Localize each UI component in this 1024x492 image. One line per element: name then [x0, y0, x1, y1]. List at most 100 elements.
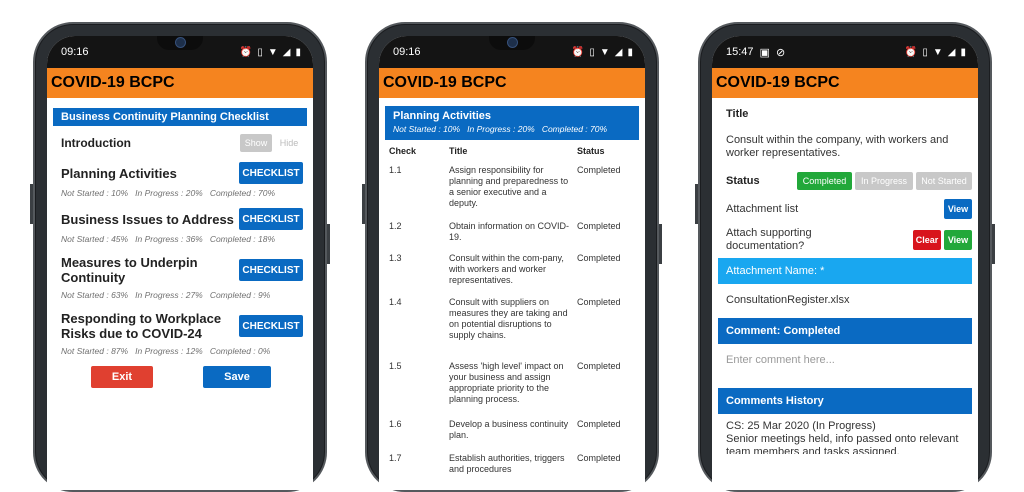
- row-check: 1.4: [389, 297, 402, 307]
- row-check: 1.5: [389, 361, 402, 371]
- status-completed-button[interactable]: Completed: [797, 172, 852, 190]
- attachment-view-button[interactable]: View: [944, 199, 972, 219]
- status-in-progress-button[interactable]: In Progress: [855, 172, 913, 190]
- planning-stats: Not Started : 10% In Progress : 20% Comp…: [393, 124, 608, 134]
- planning-title: Planning Activities: [393, 110, 492, 122]
- status-icons: ⏰ ▯ ▼ ◢ ▮: [905, 47, 966, 58]
- wifi-icon: ▼: [267, 46, 278, 58]
- status-icons: ⏰ ▯ ▼ ◢ ▮: [240, 47, 301, 58]
- col-check: Check: [389, 146, 417, 156]
- wifi-icon: ▼: [932, 46, 943, 58]
- show-button[interactable]: Show: [240, 134, 272, 152]
- row-status: Completed: [577, 453, 621, 463]
- item-stats: Not Started : 45% In Progress : 36% Comp…: [61, 234, 276, 244]
- phone-3: 15:47 ▣ ⊘ ⏰ ▯ ▼ ◢ ▮ COVID-19 BCPC Title …: [695, 22, 995, 492]
- row-title: Consult with suppliers on measures they …: [449, 297, 568, 340]
- status-not-started-button[interactable]: Not Started: [916, 172, 972, 190]
- row-status: Completed: [577, 165, 621, 175]
- status-bar: 09:16 ⏰ ▯ ▼ ◢ ▮: [379, 36, 645, 68]
- checklist-item: Responding to Workplace Risks due to COV…: [53, 310, 307, 356]
- alarm-icon: ⏰: [904, 46, 918, 58]
- item-title: Planning Activities: [61, 165, 177, 181]
- vibrate-icon: ▯: [589, 46, 595, 58]
- status-bar: 09:16 ⏰ ▯ ▼ ◢ ▮: [47, 36, 313, 68]
- phone-2: 09:16 ⏰ ▯ ▼ ◢ ▮ COVID-19 BCPC Planning A…: [362, 22, 662, 492]
- app-title: COVID-19 BCPC: [712, 68, 978, 98]
- item-stats: Not Started : 63% In Progress : 27% Comp…: [61, 290, 271, 300]
- row-status: Completed: [577, 419, 621, 429]
- hide-button[interactable]: Hide: [275, 134, 303, 152]
- row-title: Assess 'high level' impact on your busin…: [449, 361, 564, 404]
- clock: 09:16: [61, 46, 89, 58]
- attach-doc-row: Attach supporting documentation? Clear V…: [718, 220, 972, 254]
- planning-header: Planning Activities Not Started : 10% In…: [385, 106, 639, 140]
- table-header: Check Title Status: [385, 140, 639, 161]
- checklist-button[interactable]: CHECKLIST: [239, 315, 303, 337]
- sync-icon: ⊘: [775, 46, 786, 59]
- col-status: Status: [577, 146, 605, 156]
- row-status: Completed: [577, 253, 621, 263]
- row-title: Consult within the com-pany, with worker…: [449, 253, 564, 285]
- comments-history-text: CS: 25 Mar 2020 (In Progress) Senior mee…: [726, 420, 959, 454]
- attachment-name-header: Attachment Name: *: [718, 258, 972, 284]
- table-row[interactable]: 1.1 Assign responsibility for planning a…: [385, 161, 639, 217]
- row-check: 1.3: [389, 253, 402, 263]
- signal-icon: ◢: [282, 46, 291, 58]
- screen-3: 15:47 ▣ ⊘ ⏰ ▯ ▼ ◢ ▮ COVID-19 BCPC Title …: [712, 36, 978, 490]
- intro-row: Introduction Show Hide: [53, 132, 307, 154]
- checklist-item: Business Issues to Address CHECKLIST Not…: [53, 208, 307, 244]
- alarm-icon: ⏰: [239, 46, 253, 58]
- table-row[interactable]: 1.5 Assess 'high level' impact on your b…: [385, 357, 639, 415]
- row-check: 1.6: [389, 419, 402, 429]
- checklist-button[interactable]: CHECKLIST: [239, 208, 303, 230]
- comment-input[interactable]: Enter comment here...: [718, 344, 972, 388]
- row-status: Completed: [577, 361, 621, 371]
- attachment-list-row: Attachment list View: [718, 192, 972, 220]
- table-row[interactable]: 1.6 Develop a business continuity plan. …: [385, 415, 639, 449]
- view-button[interactable]: View: [944, 230, 972, 250]
- screen-2: 09:16 ⏰ ▯ ▼ ◢ ▮ COVID-19 BCPC Planning A…: [379, 36, 645, 490]
- item-stats: Not Started : 10% In Progress : 20% Comp…: [61, 188, 276, 198]
- status-icons: ⏰ ▯ ▼ ◢ ▮: [572, 47, 633, 58]
- battery-icon: ▮: [960, 46, 966, 58]
- action-row: Exit Save: [53, 366, 307, 388]
- status-row: Status Completed In Progress Not Started: [718, 166, 972, 192]
- vibrate-icon: ▯: [922, 46, 928, 58]
- battery-icon: ▮: [295, 46, 301, 58]
- attachment-list-label: Attachment list: [726, 202, 799, 215]
- table-row[interactable]: 1.3 Consult within the com-pany, with wo…: [385, 249, 639, 293]
- signal-icon: ◢: [614, 46, 623, 58]
- status-bar: 15:47 ▣ ⊘ ⏰ ▯ ▼ ◢ ▮: [712, 36, 978, 68]
- attach-doc-label: Attach supporting documentation?: [726, 227, 812, 252]
- checklist-button[interactable]: CHECKLIST: [239, 259, 303, 281]
- camera-icon: [489, 36, 535, 50]
- comment-header: Comment: Completed: [718, 318, 972, 344]
- section-header: Business Continuity Planning Checklist: [53, 108, 307, 126]
- clock: 15:47: [726, 46, 754, 58]
- row-status: Completed: [577, 297, 621, 307]
- table-row[interactable]: 1.4 Consult with suppliers on measures t…: [385, 293, 639, 357]
- vibrate-icon: ▯: [257, 46, 263, 58]
- row-check: 1.7: [389, 453, 402, 463]
- exit-button[interactable]: Exit: [91, 366, 153, 388]
- signal-icon: ◢: [947, 46, 956, 58]
- alarm-icon: ⏰: [571, 46, 585, 58]
- title-text: Consult within the company, with workers…: [726, 134, 949, 159]
- row-title: Assign responsibility for planning and p…: [449, 165, 569, 208]
- clear-button[interactable]: Clear: [913, 230, 941, 250]
- camera-icon: [157, 36, 203, 50]
- comments-history-header: Comments History: [718, 388, 972, 414]
- row-check: 1.1: [389, 165, 402, 175]
- checklist-button[interactable]: CHECKLIST: [239, 162, 303, 184]
- attachment-name-value[interactable]: ConsultationRegister.xlsx: [718, 284, 972, 318]
- table-row[interactable]: 1.2 Obtain information on COVID-19. Comp…: [385, 217, 639, 249]
- item-stats: Not Started : 87% In Progress : 12% Comp…: [61, 346, 271, 356]
- status-label: Status: [726, 175, 760, 187]
- save-button[interactable]: Save: [203, 366, 271, 388]
- row-status: Completed: [577, 221, 621, 231]
- row-title: Develop a business continuity plan.: [449, 419, 569, 440]
- checklist-item: Planning Activities CHECKLIST Not Starte…: [53, 162, 307, 198]
- check-detail-page: Title Consult within the company, with w…: [712, 98, 978, 454]
- screen-1: 09:16 ⏰ ▯ ▼ ◢ ▮ COVID-19 BCPC Business C…: [47, 36, 313, 490]
- table-row[interactable]: 1.7 Establish authorities, triggers and …: [385, 449, 639, 489]
